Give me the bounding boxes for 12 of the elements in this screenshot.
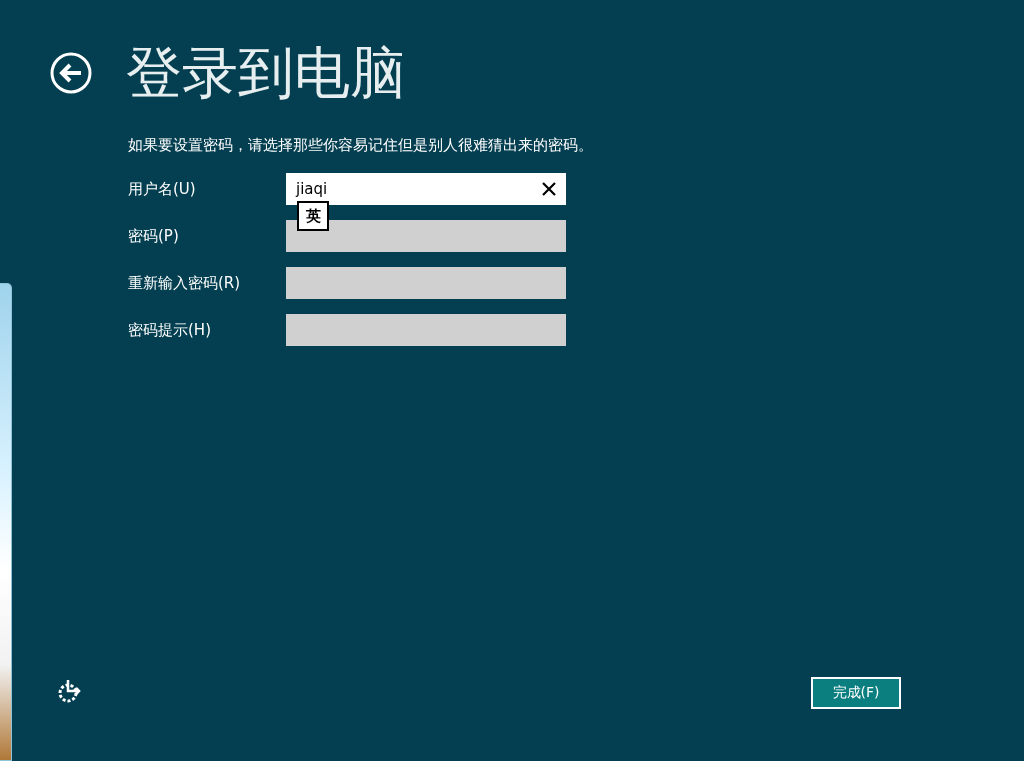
field-label: 重新输入密码(R) [128,273,242,293]
text-field[interactable] [286,267,566,299]
field-label: 密码提示(H) [128,320,212,340]
page-title: 登录到电脑 [126,40,406,106]
field-label: 用户名(U) [128,179,197,199]
finish-button[interactable]: 完成(F) [811,677,901,709]
description-text: 如果要设置密码，请选择那些你容易记住但是别人很难猜出来的密码。 [128,136,593,155]
text-field[interactable] [286,314,566,346]
text-field[interactable]: jiaqi [286,173,566,205]
field-label: 密码(P) [128,226,180,246]
clear-icon[interactable] [542,182,556,196]
ime-indicator: 英 [297,201,329,231]
